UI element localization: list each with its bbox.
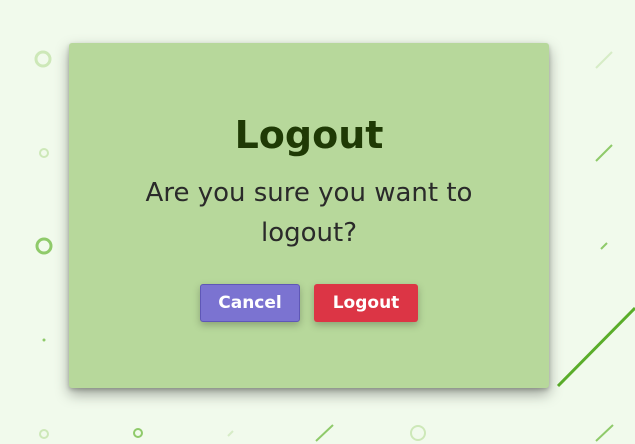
decor-line bbox=[595, 144, 613, 162]
dialog-actions: Cancel Logout bbox=[69, 284, 549, 322]
decor-line bbox=[315, 424, 334, 442]
decor-circle bbox=[39, 148, 49, 158]
decor-line bbox=[595, 424, 614, 442]
decor-circle bbox=[34, 50, 52, 68]
logout-button[interactable]: Logout bbox=[314, 284, 418, 322]
logout-dialog: Logout Are you sure you want to logout? … bbox=[69, 43, 549, 388]
decor-line bbox=[595, 51, 613, 69]
decor-line bbox=[227, 430, 234, 437]
decor-line bbox=[600, 242, 608, 250]
decor-circle bbox=[133, 428, 143, 438]
decor-circle bbox=[410, 425, 426, 441]
decor-circle bbox=[39, 429, 49, 439]
dialog-message: Are you sure you want to logout? bbox=[145, 178, 473, 248]
dialog-title: Logout bbox=[234, 113, 384, 157]
decor-circle bbox=[42, 338, 46, 342]
cancel-button[interactable]: Cancel bbox=[200, 284, 300, 322]
decor-circle bbox=[35, 237, 53, 255]
decor-line bbox=[556, 306, 635, 388]
